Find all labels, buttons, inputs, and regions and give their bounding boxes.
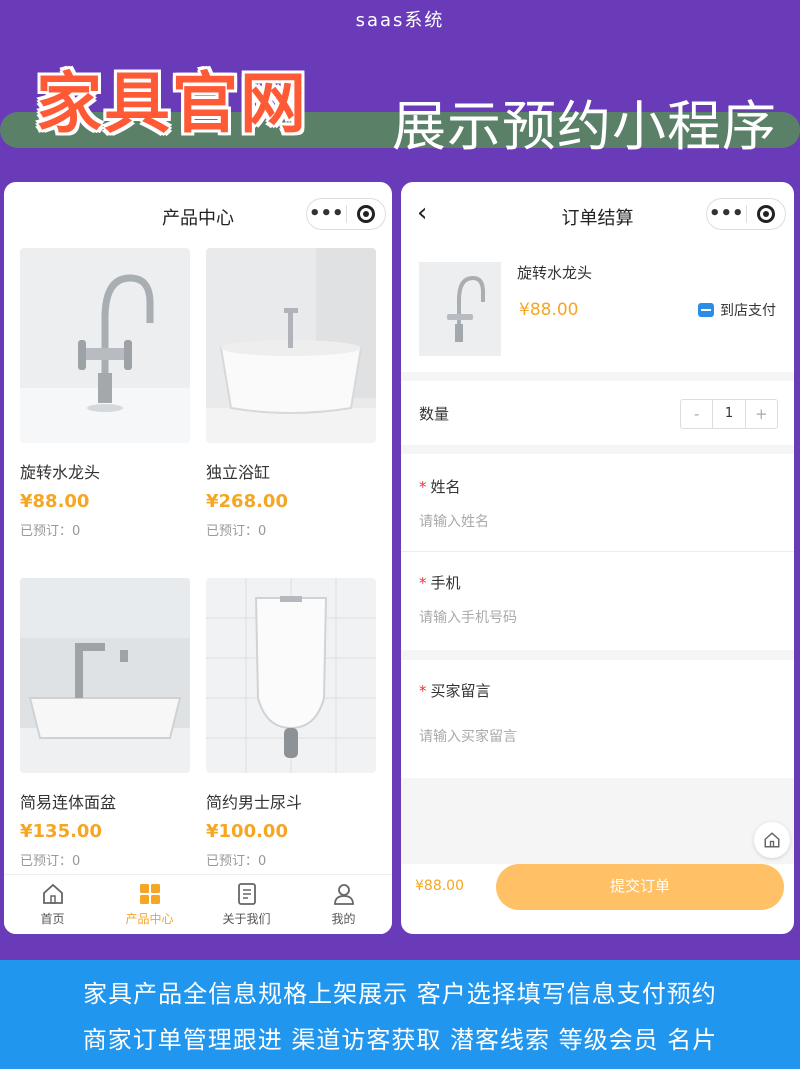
product-sold-count: 已预订：0 bbox=[206, 524, 267, 539]
main-title: 家具官网 bbox=[36, 65, 308, 142]
miniprogram-capsule: ••• bbox=[306, 198, 386, 230]
product-image-basin[interactable] bbox=[20, 578, 190, 773]
product-sold-count: 已预订：0 bbox=[20, 854, 81, 869]
tab-label: 首页 bbox=[40, 912, 65, 926]
nav-bar: ‹ 订单结算 ••• bbox=[401, 182, 794, 248]
product-price: ¥88.00 bbox=[20, 491, 90, 512]
phone-field-label: * 手机 bbox=[419, 574, 461, 592]
product-price: ¥135.00 bbox=[20, 821, 102, 842]
product-image-bathtub[interactable] bbox=[206, 248, 376, 443]
tab-label: 关于我们 bbox=[222, 912, 271, 926]
tab-mine[interactable]: 我的 bbox=[295, 875, 392, 934]
more-icon[interactable]: ••• bbox=[707, 199, 746, 229]
product-name: 简约男士尿斗 bbox=[206, 793, 303, 812]
tab-bar: 首页 产品中心 关于我们 我的 bbox=[4, 874, 392, 934]
product-card[interactable]: 简约男士尿斗 ¥100.00 已预订：0 bbox=[206, 578, 376, 869]
feature-line-1: 家具产品全信息规格上架展示 客户选择填写信息支付预约 bbox=[83, 980, 717, 1008]
close-miniprogram-icon[interactable] bbox=[747, 205, 786, 223]
feature-line-2: 商家订单管理跟进 渠道访客获取 潜客线索 等级会员 名片 bbox=[82, 1026, 718, 1054]
product-price: ¥268.00 bbox=[206, 491, 288, 512]
pay-method-label: 到店支付 bbox=[720, 303, 776, 319]
store-icon bbox=[698, 303, 714, 317]
order-item-card: 旋转水龙头 ¥88.00 到店支付 bbox=[401, 248, 794, 372]
name-field-label: * 姓名 bbox=[419, 478, 461, 496]
submit-order-button[interactable]: 提交订单 bbox=[496, 864, 784, 910]
quantity-value[interactable]: 1 bbox=[713, 400, 744, 428]
quantity-row: 数量 - 1 + bbox=[401, 381, 794, 445]
product-sold-count: 已预订：0 bbox=[20, 524, 81, 539]
home-icon bbox=[764, 832, 780, 848]
message-input[interactable]: 请输入买家留言 bbox=[419, 726, 517, 746]
product-center-screen: 产品中心 ••• 旋转水龙头 ¥88.00 已预订：0 独立浴缸 ¥268.00… bbox=[4, 182, 392, 934]
phone-input[interactable]: 请输入手机号码 bbox=[419, 607, 517, 627]
home-icon bbox=[42, 883, 63, 904]
product-card[interactable]: 简易连体面盆 ¥135.00 已预订：0 bbox=[20, 578, 190, 869]
feature-footer: 家具产品全信息规格上架展示 客户选择填写信息支付预约 商家订单管理跟进 渠道访客… bbox=[0, 960, 800, 1069]
close-miniprogram-icon[interactable] bbox=[347, 205, 386, 223]
user-icon bbox=[333, 884, 354, 905]
increment-button[interactable]: + bbox=[744, 400, 777, 428]
miniprogram-capsule: ••• bbox=[706, 198, 786, 230]
order-item-price: ¥88.00 bbox=[519, 300, 579, 320]
sub-title: 展示预约小程序 bbox=[392, 95, 777, 158]
tab-label: 我的 bbox=[331, 912, 356, 926]
tab-product-center[interactable]: 产品中心 bbox=[101, 875, 198, 934]
grid-icon bbox=[139, 884, 160, 904]
more-icon[interactable]: ••• bbox=[307, 199, 346, 229]
quantity-stepper: - 1 + bbox=[680, 399, 778, 429]
product-name: 简易连体面盆 bbox=[20, 793, 117, 812]
checkout-bar: ¥88.00 提交订单 bbox=[401, 864, 794, 910]
message-section: * 买家留言 请输入买家留言 bbox=[401, 660, 794, 778]
decrement-button[interactable]: - bbox=[681, 400, 714, 428]
tab-about[interactable]: 关于我们 bbox=[198, 875, 295, 934]
nav-bar: 产品中心 ••• bbox=[4, 182, 392, 248]
product-sold-count: 已预订：0 bbox=[206, 854, 267, 869]
product-card[interactable]: 旋转水龙头 ¥88.00 已预订：0 bbox=[20, 248, 190, 539]
product-card[interactable]: 独立浴缸 ¥268.00 已预订：0 bbox=[206, 248, 376, 539]
pay-method-tag: 到店支付 bbox=[698, 300, 776, 320]
product-name: 独立浴缸 bbox=[206, 463, 271, 482]
quantity-label: 数量 bbox=[419, 405, 450, 423]
product-price: ¥100.00 bbox=[206, 821, 288, 842]
top-label: saas系统 bbox=[355, 10, 445, 31]
product-image-faucet[interactable] bbox=[20, 248, 190, 443]
home-float-button[interactable] bbox=[754, 822, 790, 858]
order-item-image bbox=[419, 262, 501, 356]
message-field-label: * 买家留言 bbox=[419, 682, 491, 700]
document-icon bbox=[237, 883, 256, 905]
contact-form: * 姓名 请输入姓名 * 手机 请输入手机号码 bbox=[401, 454, 794, 650]
product-image-urinal[interactable] bbox=[206, 578, 376, 773]
order-checkout-screen: ‹ 订单结算 ••• 旋转水龙头 ¥88.00 到店支付 数量 - 1 + * … bbox=[401, 182, 794, 934]
product-name: 旋转水龙头 bbox=[20, 463, 101, 482]
name-input[interactable]: 请输入姓名 bbox=[419, 511, 489, 531]
tab-label: 产品中心 bbox=[125, 912, 174, 926]
tab-home[interactable]: 首页 bbox=[4, 875, 101, 934]
order-total: ¥88.00 bbox=[415, 878, 464, 894]
divider bbox=[401, 551, 794, 552]
order-item-name: 旋转水龙头 bbox=[517, 264, 593, 282]
